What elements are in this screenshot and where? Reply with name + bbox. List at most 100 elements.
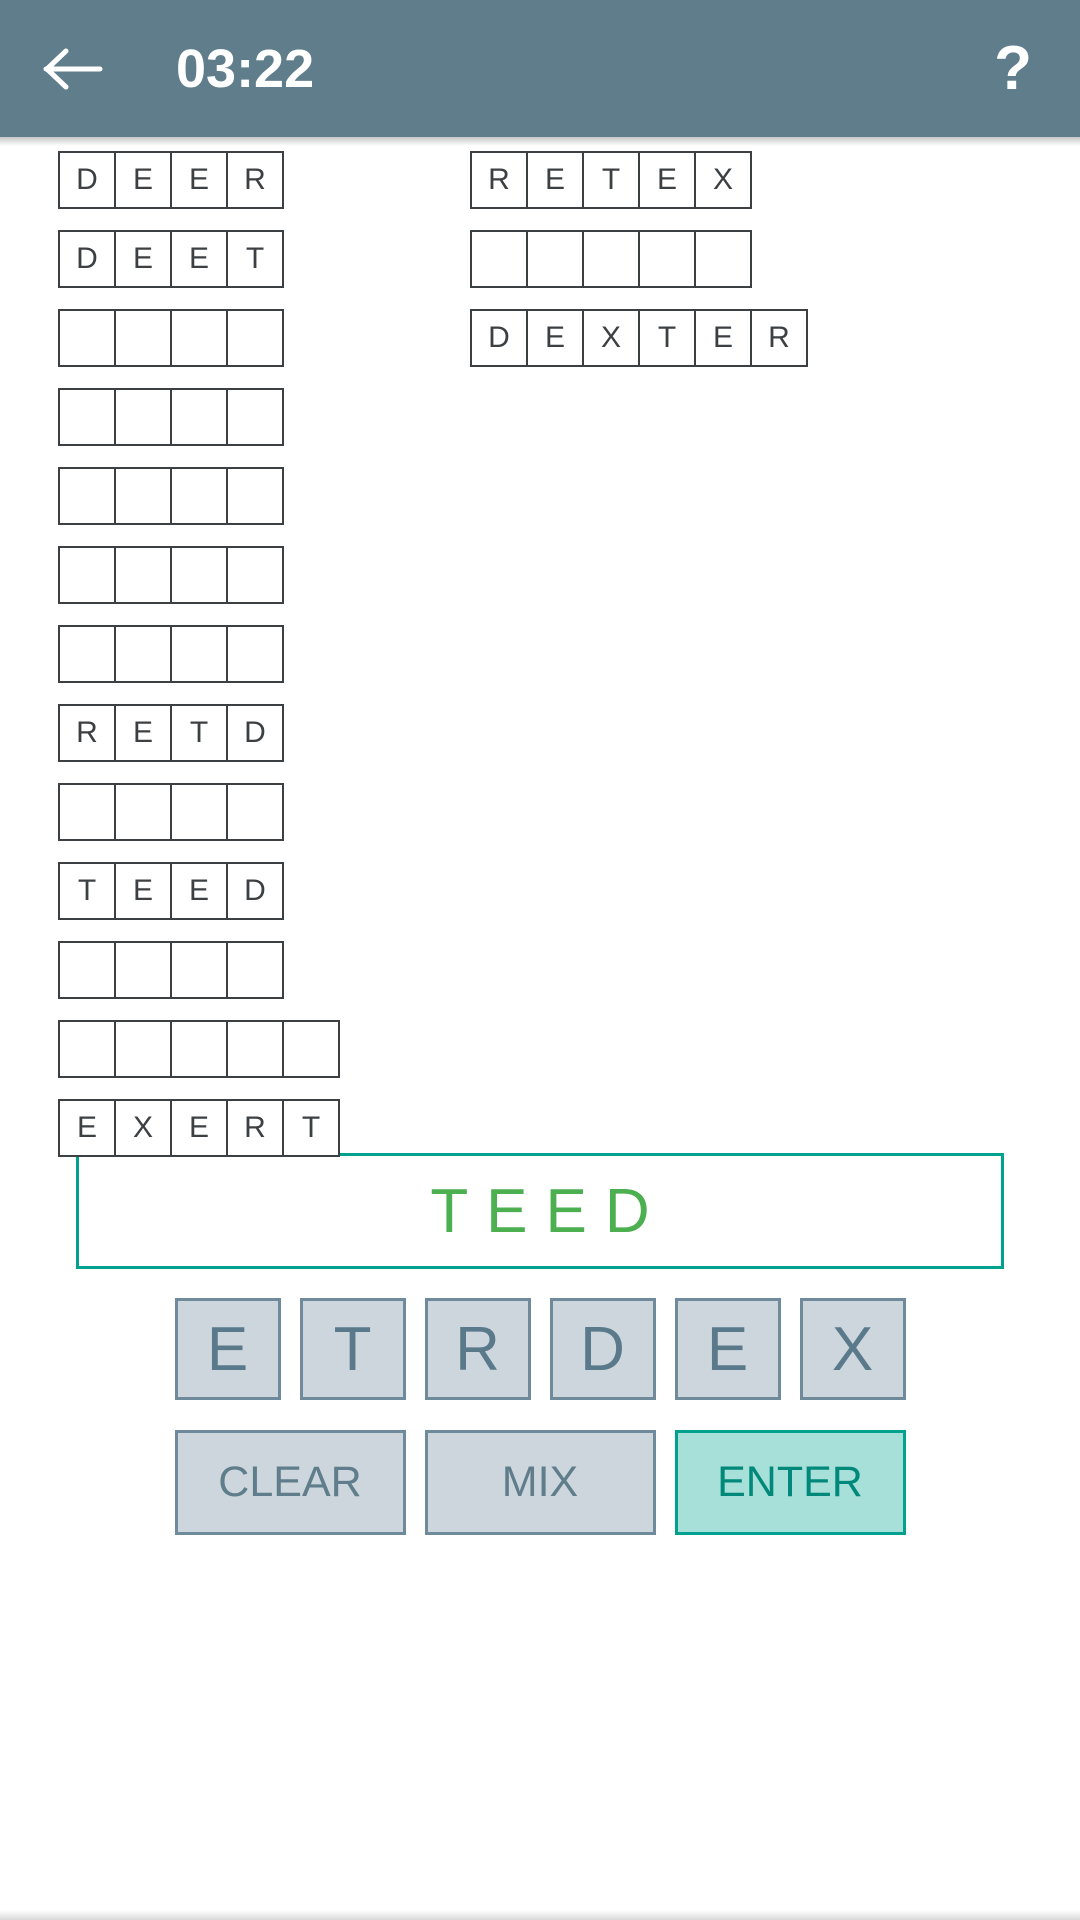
letter-cell [170,467,228,525]
letter-key-t-1[interactable]: T [299,1298,406,1400]
word-row [58,941,338,999]
letter-cell [170,309,228,367]
letter-cell: R [58,704,116,762]
word-row: DEXTER [470,309,808,367]
letter-cell [170,1020,228,1078]
back-button[interactable] [38,34,108,104]
letter-cell: X [582,309,640,367]
word-row: TEED [58,862,338,920]
letter-key-e-4[interactable]: E [674,1298,781,1400]
letter-cell [58,941,116,999]
letter-keys-row: ETRDEX [0,1298,1080,1400]
action-keys-row: CLEAR MIX ENTER [0,1430,1080,1535]
timer-display: 03:22 [176,38,315,99]
letter-cell: R [226,1099,284,1157]
letter-cell [170,546,228,604]
word-row: EXERT [58,1099,340,1157]
letter-cell: T [226,230,284,288]
letter-cell [170,625,228,683]
current-word-text: TEED [430,1176,668,1246]
help-button[interactable]: ? [994,37,1042,100]
letter-cell: E [694,309,752,367]
letter-cell [114,783,172,841]
letter-cell [170,388,228,446]
letter-key-d-3[interactable]: D [549,1298,656,1400]
letter-cell [114,388,172,446]
word-row: DEER [58,151,338,209]
board-column-right: RETEXDEXTER [470,151,808,388]
letter-cell [470,230,528,288]
letter-key-x-5[interactable]: X [799,1298,906,1400]
letter-cell [114,467,172,525]
letter-cell: T [170,704,228,762]
letter-cell: T [638,309,696,367]
letter-cell [282,1020,340,1078]
word-row [58,388,338,446]
letter-cell [170,783,228,841]
bottom-strip [0,1910,1080,1920]
letter-key-r-2[interactable]: R [424,1298,531,1400]
word-row [58,783,338,841]
letter-cell [226,388,284,446]
letter-cell [226,467,284,525]
letter-key-e-0[interactable]: E [174,1298,281,1400]
letter-cell [58,783,116,841]
letter-cell [226,941,284,999]
word-row [470,230,806,288]
letter-cell [170,941,228,999]
letter-cell: D [470,309,528,367]
letter-cell [114,546,172,604]
arrow-left-icon [42,45,104,93]
enter-button[interactable]: ENTER [674,1430,906,1535]
word-board: DEERDEETRETDTEEDEXERT RETEXDEXTER [0,137,1080,1157]
letter-cell: E [170,862,228,920]
word-row [58,467,338,525]
word-row [58,309,338,367]
letter-cell [226,546,284,604]
letter-cell: D [58,230,116,288]
letter-cell [114,1020,172,1078]
letter-cell [582,230,640,288]
letter-cell [694,230,752,288]
app-bar: 03:22 ? [0,0,1080,146]
letter-cell [526,230,584,288]
clear-button[interactable]: CLEAR [174,1430,406,1535]
letter-cell: T [58,862,116,920]
word-row [58,625,338,683]
word-row: DEET [58,230,338,288]
letter-cell: E [114,151,172,209]
letter-cell: E [170,151,228,209]
letter-cell: T [282,1099,340,1157]
letter-cell [226,309,284,367]
word-row [58,1020,340,1078]
letter-cell: X [114,1099,172,1157]
letter-cell: D [226,862,284,920]
letter-cell [114,625,172,683]
word-row: RETD [58,704,338,762]
letter-cell: E [170,1099,228,1157]
letter-cell [226,1020,284,1078]
letter-cell: E [170,230,228,288]
letter-cell [58,388,116,446]
letter-cell: E [638,151,696,209]
letter-cell: R [470,151,528,209]
mix-button[interactable]: MIX [424,1430,656,1535]
letter-cell: R [226,151,284,209]
letter-cell [226,783,284,841]
word-row [58,546,338,604]
letter-cell [58,625,116,683]
letter-cell [58,546,116,604]
letter-cell: D [58,151,116,209]
letter-cell [114,309,172,367]
letter-cell [58,309,116,367]
letter-cell: T [582,151,640,209]
board-column-left: DEERDEETRETDTEEDEXERT [58,151,340,1178]
letter-cell: E [58,1099,116,1157]
letter-cell: D [226,704,284,762]
letter-cell [638,230,696,288]
letter-cell: E [114,862,172,920]
letter-cell [114,941,172,999]
letter-cell: E [526,151,584,209]
letter-cell [58,467,116,525]
letter-cell [58,1020,116,1078]
